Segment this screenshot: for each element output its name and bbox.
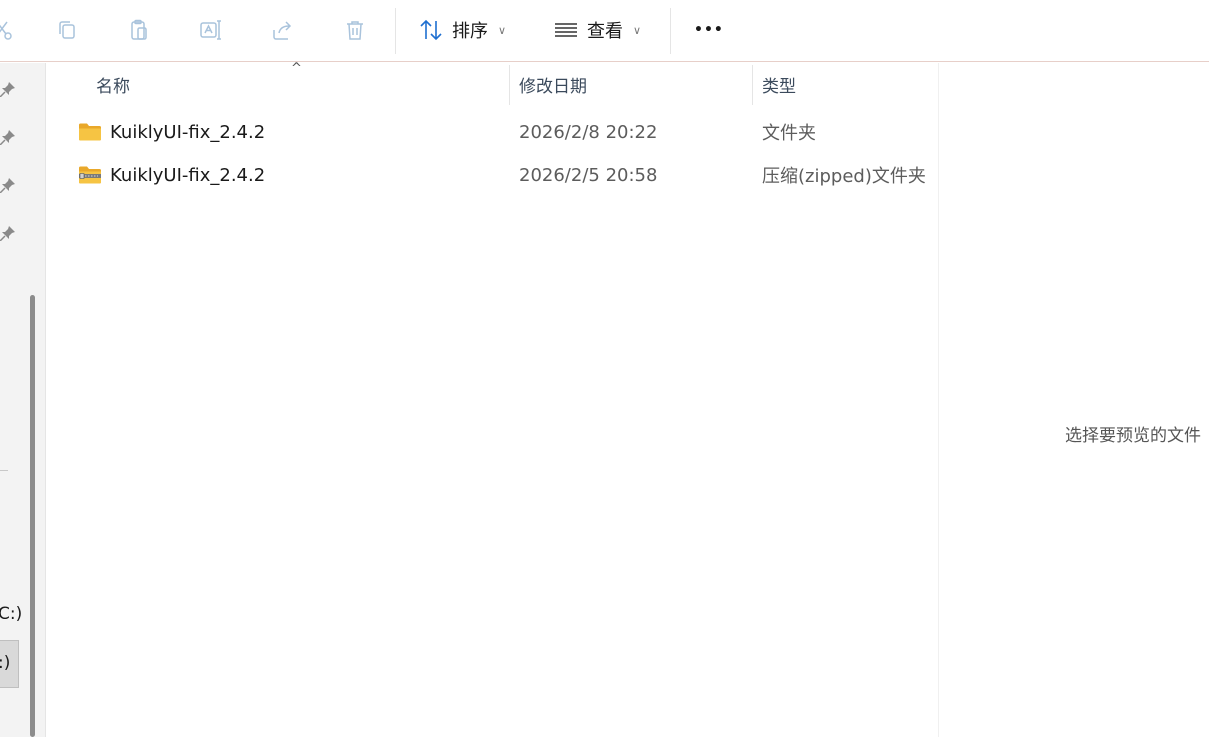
column-header-label: 类型 xyxy=(762,76,796,97)
navigation-pane: C:) :) xyxy=(0,63,46,737)
column-header-date[interactable]: 修改日期 xyxy=(519,63,749,105)
file-explorer-window: 排序 ∨ 查看 ∨ ••• C:)) 名称 ^ 修改日期 类型 KuiklyU… xyxy=(0,0,1209,737)
file-row[interactable]: KuiklyUI-fix_2.4.2 2026/2/8 20:22 文件夹 xyxy=(47,112,938,152)
view-label: 查看 xyxy=(587,21,623,42)
pin-icon[interactable] xyxy=(0,81,16,97)
preview-message: 选择要预览的文件 xyxy=(1065,426,1201,446)
pin-icon[interactable] xyxy=(0,177,16,193)
share-icon[interactable] xyxy=(269,15,297,45)
pin-icon[interactable] xyxy=(0,225,16,241)
folder-icon xyxy=(79,123,101,141)
view-list-icon xyxy=(555,23,577,37)
command-bar: 排序 ∨ 查看 ∨ ••• xyxy=(0,0,1209,62)
sort-label: 排序 xyxy=(452,21,488,42)
sort-icon xyxy=(420,19,442,41)
toolbar-separator xyxy=(395,8,396,54)
more-icon: ••• xyxy=(694,22,724,38)
column-header-label: 修改日期 xyxy=(519,76,587,97)
file-name-cell: KuiklyUI-fix_2.4.2 xyxy=(78,112,265,152)
nav-divider xyxy=(0,470,8,471)
column-separator[interactable] xyxy=(509,65,510,105)
rename-icon[interactable] xyxy=(197,15,225,45)
column-separator[interactable] xyxy=(752,65,753,105)
nav-item-label: :) xyxy=(0,653,11,673)
nav-scrollbar-thumb[interactable] xyxy=(30,295,35,737)
chevron-down-icon: ∨ xyxy=(498,23,507,37)
file-date: 2026/2/8 20:22 xyxy=(519,121,658,143)
paste-icon[interactable] xyxy=(125,15,153,45)
file-name-cell: KuiklyUI-fix_2.4.2 xyxy=(78,155,265,195)
file-type: 文件夹 xyxy=(762,123,816,144)
pin-icon[interactable] xyxy=(0,129,16,145)
zip-folder-icon xyxy=(79,166,101,184)
copy-icon[interactable] xyxy=(53,15,81,45)
sort-button[interactable]: 排序 ∨ xyxy=(418,14,506,46)
nav-item-selected-drive[interactable]: :) xyxy=(0,640,19,688)
file-name: KuiklyUI-fix_2.4.2 xyxy=(110,121,266,143)
file-date: 2026/2/5 20:58 xyxy=(519,164,658,186)
file-type: 压缩(zipped)文件夹 xyxy=(762,166,926,187)
column-header-name[interactable]: 名称 xyxy=(96,63,508,105)
sort-ascending-icon: ^ xyxy=(291,61,302,76)
cut-icon[interactable] xyxy=(0,15,16,45)
delete-icon[interactable] xyxy=(341,15,369,45)
toolbar-separator xyxy=(670,8,671,54)
column-header-label: 名称 xyxy=(96,76,130,97)
file-row[interactable]: KuiklyUI-fix_2.4.2 2026/2/5 20:58 压缩(zip… xyxy=(47,155,938,195)
column-header-type[interactable]: 类型 xyxy=(762,63,932,105)
preview-pane: 选择要预览的文件 xyxy=(939,63,1209,737)
chevron-down-icon: ∨ xyxy=(633,23,642,37)
more-options-button[interactable]: ••• xyxy=(694,14,724,46)
file-name: KuiklyUI-fix_2.4.2 xyxy=(110,164,266,186)
view-button[interactable]: 查看 ∨ xyxy=(553,14,641,46)
nav-item-drive-c[interactable]: C:) xyxy=(0,604,22,624)
file-list: 名称 ^ 修改日期 类型 KuiklyUI-fix_2.4.2 2026/2/8… xyxy=(47,61,938,737)
